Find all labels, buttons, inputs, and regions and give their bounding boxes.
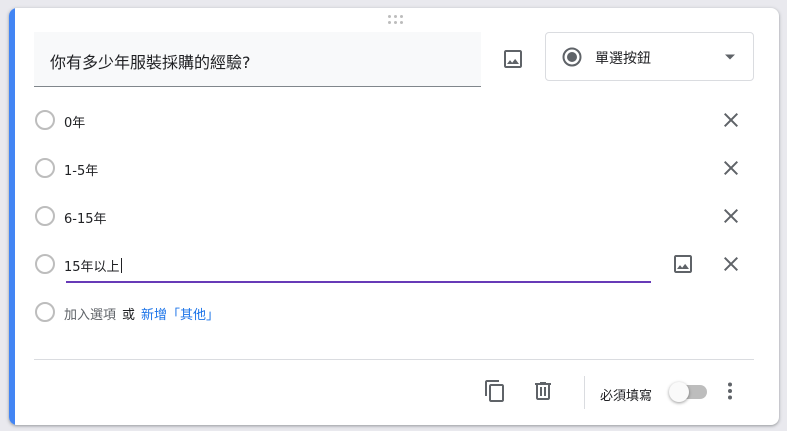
delete-button[interactable]: [523, 371, 563, 411]
image-icon: [504, 50, 522, 68]
add-other-link[interactable]: 新增「其他」: [141, 308, 219, 323]
option-input[interactable]: 15年以上: [64, 256, 122, 275]
remove-option-button[interactable]: [711, 100, 751, 140]
remove-option-button[interactable]: [711, 244, 751, 284]
or-text: 或: [122, 308, 136, 323]
more-options-button[interactable]: [710, 371, 750, 411]
active-input-underline: [66, 281, 651, 283]
drag-handle-icon[interactable]: [388, 15, 404, 25]
close-icon: [724, 161, 738, 175]
option-row[interactable]: 0年: [34, 100, 754, 140]
image-icon: [674, 255, 692, 273]
required-toggle[interactable]: [669, 382, 709, 402]
question-type-label: 單選按鈕: [595, 51, 651, 67]
add-option-text: 加入選項或新增「其他」: [64, 304, 219, 323]
question-title-text: 你有多少年服裝採購的經驗?: [50, 53, 251, 72]
vertical-divider: [584, 376, 585, 409]
close-icon: [724, 257, 738, 271]
option-radio: [35, 206, 55, 226]
add-image-button[interactable]: [493, 39, 533, 79]
copy-icon: [485, 380, 504, 402]
more-vert-icon: [728, 382, 732, 400]
option-label[interactable]: 0年: [64, 112, 85, 131]
option-input-value: 15年以上: [64, 260, 120, 275]
remove-option-button[interactable]: [711, 148, 751, 188]
option-label[interactable]: 6-15年: [64, 208, 107, 227]
question-card[interactable]: 你有多少年服裝採購的經驗? 單選按鈕 0年 1-5年 6-15年 15年以上 加…: [9, 8, 779, 425]
option-radio: [35, 110, 55, 130]
option-radio: [35, 302, 55, 322]
option-radio: [35, 254, 55, 274]
text-cursor: [120, 258, 122, 273]
question-title-field[interactable]: 你有多少年服裝採購的經驗?: [34, 32, 481, 87]
caret-down-icon: [725, 54, 735, 60]
active-card-accent: [9, 8, 15, 425]
footer-divider: [34, 359, 754, 360]
option-row[interactable]: 6-15年: [34, 196, 754, 236]
option-row-active[interactable]: 15年以上: [34, 244, 754, 284]
add-option-row: 加入選項或新增「其他」: [34, 292, 754, 332]
remove-option-button[interactable]: [711, 196, 751, 236]
toggle-thumb: [669, 382, 689, 402]
close-icon: [724, 113, 738, 127]
question-type-dropdown[interactable]: 單選按鈕: [545, 32, 754, 81]
add-option-link[interactable]: 加入選項: [64, 308, 116, 323]
required-label: 必須填寫: [600, 389, 653, 404]
trash-icon: [535, 382, 551, 400]
add-option-image-button[interactable]: [663, 244, 703, 284]
radio-button-checked-icon: [562, 47, 582, 67]
option-row[interactable]: 1-5年: [34, 148, 754, 188]
option-label[interactable]: 1-5年: [64, 160, 98, 179]
option-radio: [35, 158, 55, 178]
duplicate-button[interactable]: [475, 371, 515, 411]
close-icon: [724, 209, 738, 223]
